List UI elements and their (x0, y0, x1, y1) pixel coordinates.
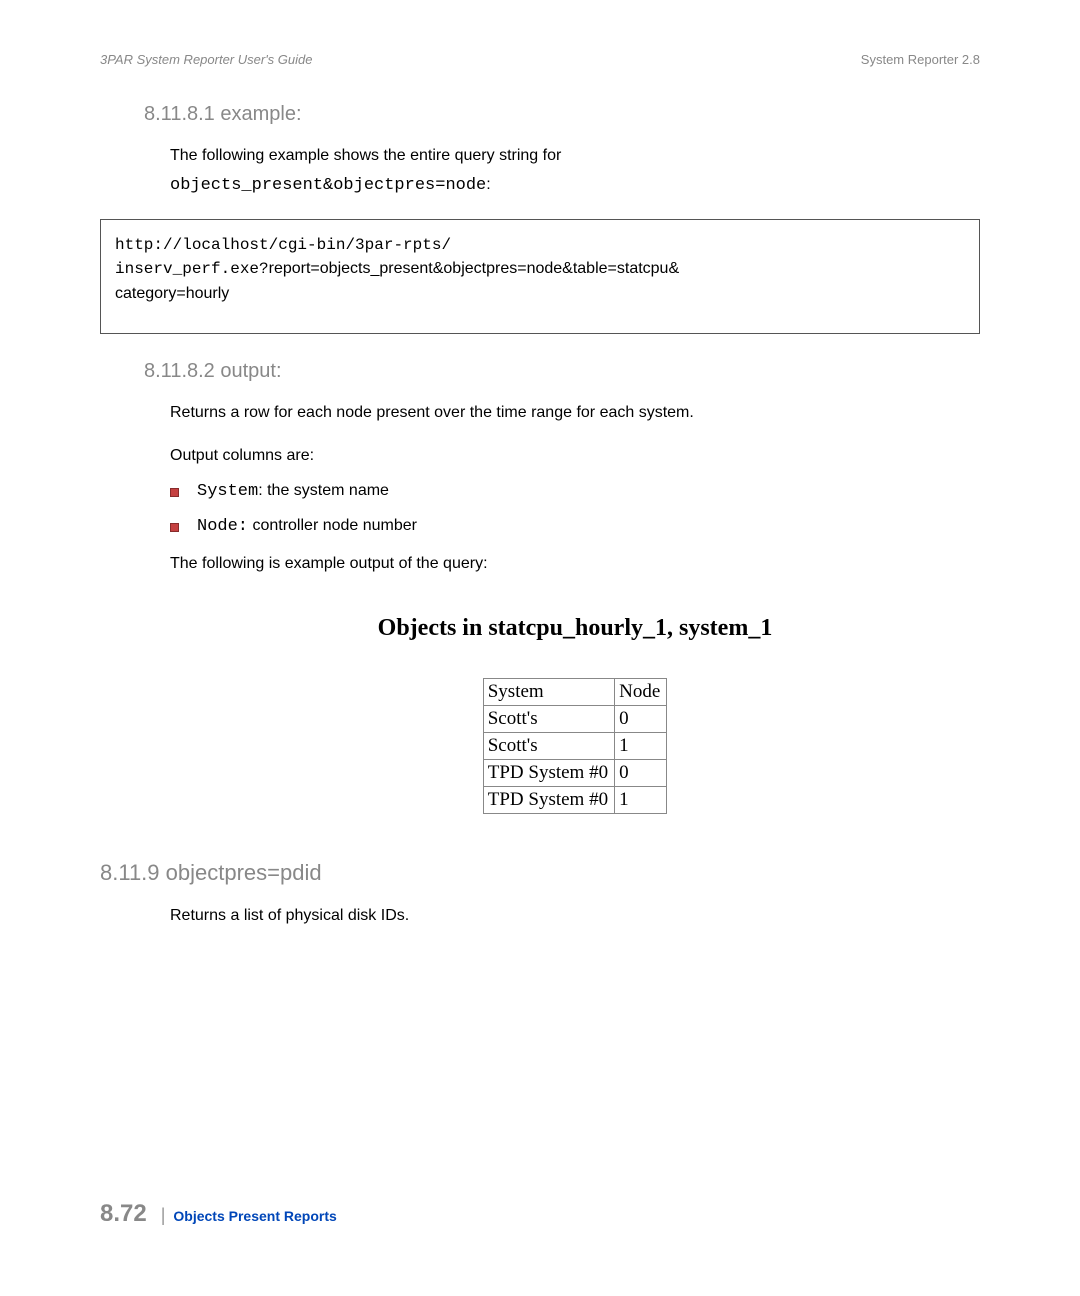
table-row: TPD System #0 0 (483, 760, 667, 787)
page-header: 3PAR System Reporter User's Guide System… (100, 52, 980, 67)
table-row: Scott's 1 (483, 733, 667, 760)
output-columns-label: Output columns are: (170, 444, 980, 469)
footer-section-link[interactable]: Objects Present Reports (173, 1208, 336, 1224)
bullet-icon (170, 523, 179, 532)
example-inline-code-line: objects_present&objectpres=node: (170, 173, 980, 199)
heading-output: 8.11.8.2 output: (144, 360, 980, 383)
example-intro: The following example shows the entire q… (170, 144, 980, 169)
header-left: 3PAR System Reporter User's Guide (100, 52, 312, 67)
url-line-2: inserv_perf.exe?report=objects_present&o… (115, 257, 965, 281)
output-table: System Node Scott's 0 Scott's 1 TPD Syst… (483, 678, 668, 814)
table-row: TPD System #0 1 (483, 787, 667, 814)
figure-title: Objects in statcpu_hourly_1, system_1 (170, 615, 980, 642)
url-line-1: http://localhost/cgi-bin/3par-rpts/ (115, 234, 965, 257)
list-item: Node: controller node number (170, 517, 980, 536)
url-line-3: category=hourly (115, 282, 965, 305)
example-inline-code: objects_present&objectpres=node (170, 176, 486, 195)
header-right: System Reporter 2.8 (861, 52, 980, 67)
url-code-box: http://localhost/cgi-bin/3par-rpts/ inse… (100, 219, 980, 334)
footer-divider: | (161, 1205, 166, 1226)
table-header: Node (615, 679, 667, 706)
table-row: Scott's 0 (483, 706, 667, 733)
output-desc: Returns a row for each node present over… (170, 401, 980, 426)
heading-pdid: 8.11.9 objectpres=pdid (100, 860, 980, 886)
page-number: 8.72 (100, 1200, 147, 1228)
table-header: System (483, 679, 614, 706)
bullet-icon (170, 488, 179, 497)
heading-example: 8.11.8.1 example: (144, 103, 980, 126)
list-item-text: System: the system name (197, 482, 389, 501)
pdid-desc: Returns a list of physical disk IDs. (170, 904, 980, 929)
output-columns-list: System: the system name Node: controller… (170, 482, 980, 536)
list-item: System: the system name (170, 482, 980, 501)
output-example-label: The following is example output of the q… (170, 552, 980, 577)
list-item-text: Node: controller node number (197, 517, 417, 536)
page-footer: 8.72 | Objects Present Reports (100, 1200, 980, 1228)
table-header-row: System Node (483, 679, 667, 706)
